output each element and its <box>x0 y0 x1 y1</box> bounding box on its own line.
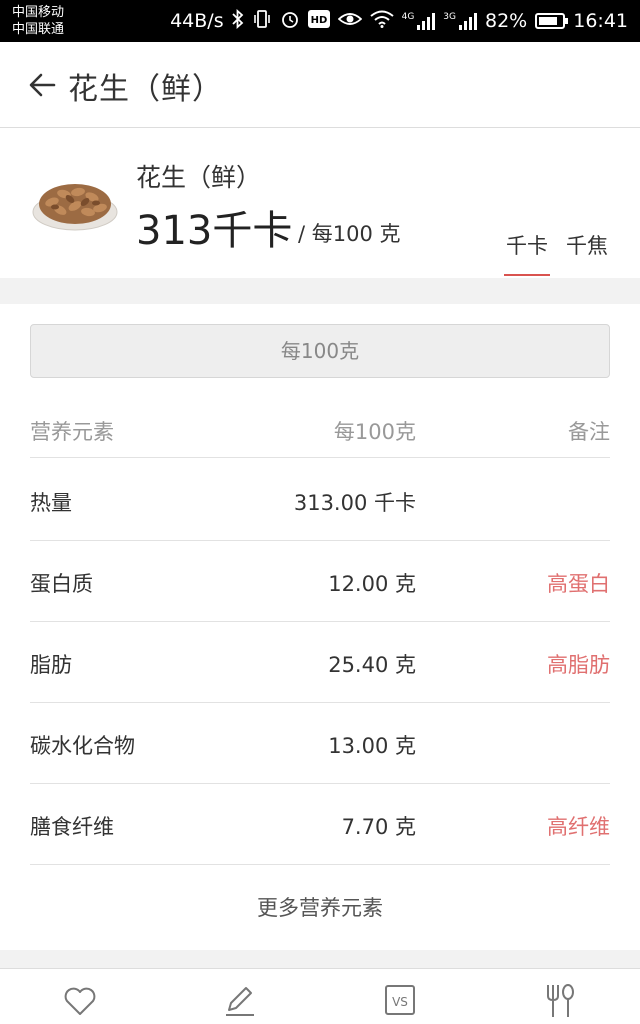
nutrient-name: 脂肪 <box>30 653 72 677</box>
signal-icon-2: 3G <box>443 12 477 30</box>
table-row: 脂肪 25.40 克 高脂肪 <box>30 622 610 703</box>
page-title: 花生（鲜） <box>68 72 223 107</box>
table-row: 蛋白质 12.00 克 高蛋白 <box>30 541 610 622</box>
food-name: 花生（鲜） <box>136 163 262 192</box>
signal-1-label: 4G <box>401 12 415 22</box>
nutrient-name: 碳水化合物 <box>30 734 135 758</box>
selected-unit-indicator <box>504 274 550 276</box>
nutrient-value: 7.70 克 <box>341 815 416 839</box>
carrier-1: 中国移动 <box>12 5 65 20</box>
section-divider <box>0 278 640 304</box>
network-speed: 44B/s <box>170 10 224 32</box>
table-row: 碳水化合物 13.00 克 <box>30 703 610 784</box>
battery-icon <box>535 13 569 29</box>
status-bar: 中国移动 中国联通 44B/s HD 4G 3G 82% 16:41 <box>0 0 640 42</box>
table-row: 膳食纤维 7.70 克 高纤维 <box>30 784 610 865</box>
nutrient-note: 高纤维 <box>547 815 610 839</box>
battery-fill <box>539 17 558 25</box>
nutrient-value: 12.00 克 <box>328 572 416 596</box>
nutrition-table-header: 营养元素 每100克 备注 <box>30 400 610 458</box>
nutrient-name: 膳食纤维 <box>30 815 114 839</box>
pencil-icon[interactable] <box>220 981 260 1021</box>
bluetooth-icon <box>231 8 244 34</box>
nutrition-table: 热量 313.00 千卡 蛋白质 12.00 克 高蛋白 脂肪 25.40 克 … <box>30 460 610 865</box>
vibrate-icon <box>252 9 272 34</box>
battery-percent: 82% <box>485 10 528 32</box>
carriers: 中国移动 中国联通 <box>12 4 64 38</box>
clock: 16:41 <box>573 10 628 32</box>
vs-icon[interactable]: VS <box>380 981 420 1021</box>
back-arrow-icon[interactable] <box>26 68 60 102</box>
bottom-tab-bar: VS <box>0 968 640 1024</box>
header-note: 备注 <box>568 420 610 444</box>
eye-icon <box>337 10 362 33</box>
header-per-100g: 每100克 <box>333 420 416 444</box>
heart-icon[interactable] <box>60 981 100 1021</box>
section-divider <box>0 950 640 968</box>
table-row: 热量 313.00 千卡 <box>30 460 610 541</box>
unit-tab-kj[interactable]: 千焦 <box>566 230 608 260</box>
nutrient-name: 蛋白质 <box>30 572 93 596</box>
app-header: 花生（鲜） <box>0 42 640 128</box>
signal-icon-1: 4G <box>402 12 436 30</box>
alarm-icon <box>280 9 300 34</box>
portion-basis-selector[interactable]: 每100克 <box>30 324 610 378</box>
nutrient-value: 313.00 千卡 <box>293 491 416 515</box>
vs-label: VS <box>392 995 408 1009</box>
nutrient-value: 13.00 克 <box>328 734 416 758</box>
hd-icon: HD <box>307 9 330 33</box>
wifi-icon <box>369 10 394 33</box>
food-summary: 花生（鲜） 313千卡 / 每100 克 千卡 千焦 <box>0 128 640 278</box>
nutrient-note: 高蛋白 <box>547 572 610 596</box>
signal-2-label: 3G <box>443 12 456 22</box>
header-nutrient: 营养元素 <box>30 420 114 444</box>
nutrient-value: 25.40 克 <box>328 653 416 677</box>
nutrient-name: 热量 <box>30 491 72 515</box>
calorie-value: 313千卡 <box>136 208 293 254</box>
nutrient-note: 高脂肪 <box>547 653 610 677</box>
unit-tab-kcal[interactable]: 千卡 <box>506 230 548 260</box>
carrier-2: 中国联通 <box>12 22 65 37</box>
peanut-image <box>30 168 120 238</box>
more-nutrients-link[interactable]: 更多营养元素 <box>0 892 640 922</box>
per-unit-label: / 每100 克 <box>298 222 401 246</box>
fork-knife-icon[interactable] <box>540 981 580 1021</box>
svg-text:HD: HD <box>310 15 327 26</box>
